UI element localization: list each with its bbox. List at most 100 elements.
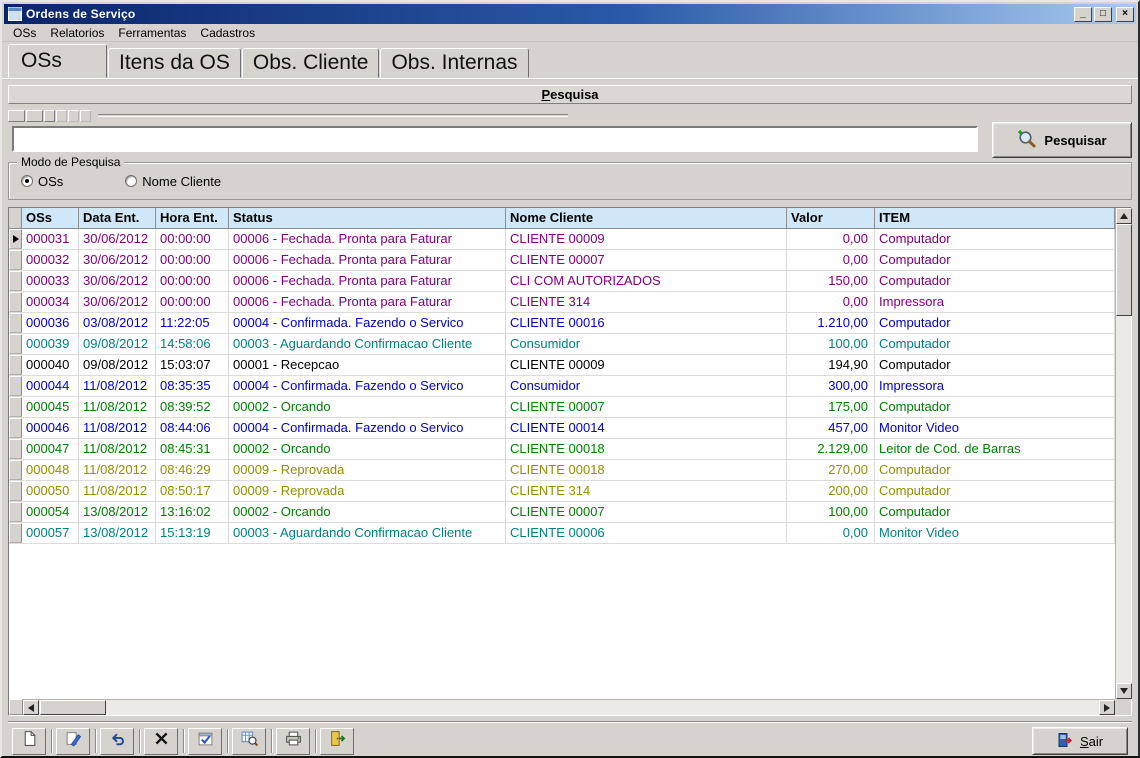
radio-mode-oss[interactable]: OSs [21, 174, 63, 189]
vertical-scrollbar[interactable] [1115, 208, 1131, 699]
cell-status[interactable]: 00006 - Fechada. Pronta para Faturar [229, 292, 506, 312]
cell-status[interactable]: 00003 - Aguardando Confirmacao Cliente [229, 523, 506, 543]
cell-hora_ent[interactable]: 15:13:19 [156, 523, 229, 543]
table-row[interactable]: 00004411/08/201208:35:3500004 - Confirma… [9, 376, 1115, 397]
cell-status[interactable]: 00001 - Recepcao [229, 355, 506, 375]
cell-valor[interactable]: 0,00 [787, 523, 875, 543]
cell-hora_ent[interactable]: 08:35:35 [156, 376, 229, 396]
menu-item-oss[interactable]: OSs [6, 25, 43, 41]
cell-item[interactable]: Computador [875, 334, 1115, 354]
radio-circle-oss[interactable] [21, 175, 33, 187]
table-row[interactable]: 00004811/08/201208:46:2900009 - Reprovad… [9, 460, 1115, 481]
cell-os[interactable]: 000048 [22, 460, 79, 480]
cell-os[interactable]: 000036 [22, 313, 79, 333]
cell-item[interactable]: Computador [875, 271, 1115, 291]
cell-valor[interactable]: 1.210,00 [787, 313, 875, 333]
cell-valor[interactable]: 100,00 [787, 502, 875, 522]
delete-os-button[interactable] [144, 728, 178, 755]
column-header-valor[interactable]: Valor [787, 208, 875, 228]
cell-status[interactable]: 00004 - Confirmada. Fazendo o Servico [229, 313, 506, 333]
cell-os[interactable]: 000033 [22, 271, 79, 291]
cell-item[interactable]: Computador [875, 229, 1115, 249]
cell-os[interactable]: 000031 [22, 229, 79, 249]
print-button[interactable] [276, 728, 310, 755]
horizontal-scrollbar[interactable] [23, 699, 1115, 715]
menu-item-cadastros[interactable]: Cadastros [193, 25, 262, 41]
cell-cliente[interactable]: CLIENTE 00006 [506, 523, 787, 543]
new-os-button[interactable] [12, 728, 46, 755]
cell-data_ent[interactable]: 11/08/2012 [79, 376, 156, 396]
table-row[interactable]: 00003909/08/201214:58:0600003 - Aguardan… [9, 334, 1115, 355]
column-header-status[interactable]: Status [229, 208, 506, 228]
cell-valor[interactable]: 300,00 [787, 376, 875, 396]
table-row[interactable]: 00004611/08/201208:44:0600004 - Confirma… [9, 418, 1115, 439]
cell-status[interactable]: 00002 - Orcando [229, 439, 506, 459]
table-row[interactable]: 00004511/08/201208:39:5200002 - OrcandoC… [9, 397, 1115, 418]
table-row[interactable]: 00004711/08/201208:45:3100002 - OrcandoC… [9, 439, 1115, 460]
horizontal-scroll-thumb[interactable] [40, 700, 106, 715]
cell-data_ent[interactable]: 11/08/2012 [79, 397, 156, 417]
nav-first-button[interactable] [8, 110, 25, 122]
cell-data_ent[interactable]: 11/08/2012 [79, 439, 156, 459]
scroll-down-button[interactable] [1116, 683, 1132, 699]
cell-item[interactable]: Computador [875, 250, 1115, 270]
cell-data_ent[interactable]: 30/06/2012 [79, 229, 156, 249]
nav-last-button[interactable] [56, 110, 67, 122]
cell-hora_ent[interactable]: 08:45:31 [156, 439, 229, 459]
cell-hora_ent[interactable]: 13:16:02 [156, 502, 229, 522]
cell-item[interactable]: Computador [875, 460, 1115, 480]
cell-data_ent[interactable]: 30/06/2012 [79, 250, 156, 270]
cell-data_ent[interactable]: 13/08/2012 [79, 502, 156, 522]
cell-cliente[interactable]: CLIENTE 00007 [506, 250, 787, 270]
cell-item[interactable]: Computador [875, 502, 1115, 522]
cell-data_ent[interactable]: 03/08/2012 [79, 313, 156, 333]
cell-valor[interactable]: 0,00 [787, 292, 875, 312]
cell-data_ent[interactable]: 30/06/2012 [79, 292, 156, 312]
cell-hora_ent[interactable]: 00:00:00 [156, 229, 229, 249]
cancel-edit-button[interactable] [100, 728, 134, 755]
cell-cliente[interactable]: CLIENTE 00007 [506, 502, 787, 522]
cell-status[interactable]: 00009 - Reprovada [229, 481, 506, 501]
cell-cliente[interactable]: CLIENTE 00016 [506, 313, 787, 333]
cell-cliente[interactable]: CLIENTE 00009 [506, 229, 787, 249]
cell-hora_ent[interactable]: 00:00:00 [156, 250, 229, 270]
table-row[interactable]: 00003230/06/201200:00:0000006 - Fechada.… [9, 250, 1115, 271]
cell-data_ent[interactable]: 09/08/2012 [79, 355, 156, 375]
cell-os[interactable]: 000045 [22, 397, 79, 417]
cell-valor[interactable]: 175,00 [787, 397, 875, 417]
cell-cliente[interactable]: CLIENTE 00018 [506, 439, 787, 459]
cell-os[interactable]: 000034 [22, 292, 79, 312]
cell-data_ent[interactable]: 11/08/2012 [79, 481, 156, 501]
cell-hora_ent[interactable]: 08:44:06 [156, 418, 229, 438]
tab-itens-da-os[interactable]: Itens da OS [108, 48, 241, 78]
cell-cliente[interactable]: CLIENTE 00009 [506, 355, 787, 375]
scroll-right-button[interactable] [1099, 700, 1115, 715]
table-row[interactable]: 00003330/06/201200:00:0000006 - Fechada.… [9, 271, 1115, 292]
cell-status[interactable]: 00002 - Orcando [229, 397, 506, 417]
pesquisar-button[interactable]: Pesquisar [992, 122, 1132, 158]
radio-circle-nome-cliente[interactable] [125, 175, 137, 187]
cell-os[interactable]: 000032 [22, 250, 79, 270]
nav-delete-button[interactable] [80, 110, 91, 122]
cell-os[interactable]: 000057 [22, 523, 79, 543]
column-header-data-ent-[interactable]: Data Ent. [79, 208, 156, 228]
table-row[interactable]: 00003130/06/201200:00:0000006 - Fechada.… [9, 229, 1115, 250]
cell-status[interactable]: 00006 - Fechada. Pronta para Faturar [229, 229, 506, 249]
cell-data_ent[interactable]: 09/08/2012 [79, 334, 156, 354]
cell-cliente[interactable]: CLI COM AUTORIZADOS [506, 271, 787, 291]
scroll-left-button[interactable] [23, 700, 39, 715]
tab-obs-cliente[interactable]: Obs. Cliente [242, 48, 380, 78]
cell-hora_ent[interactable]: 15:03:07 [156, 355, 229, 375]
cell-cliente[interactable]: CLIENTE 00007 [506, 397, 787, 417]
table-row[interactable]: 00005413/08/201213:16:0200002 - OrcandoC… [9, 502, 1115, 523]
cell-item[interactable]: Computador [875, 481, 1115, 501]
vertical-scroll-thumb[interactable] [1116, 224, 1132, 316]
sair-button[interactable]: Sair [1032, 727, 1128, 755]
cell-os[interactable]: 000040 [22, 355, 79, 375]
nav-next-button[interactable] [44, 110, 55, 122]
maximize-button[interactable]: □ [1094, 7, 1112, 22]
cell-item[interactable]: Leitor de Cod. de Barras [875, 439, 1115, 459]
cell-hora_ent[interactable]: 08:50:17 [156, 481, 229, 501]
cell-cliente[interactable]: CLIENTE 00014 [506, 418, 787, 438]
column-header-hora-ent-[interactable]: Hora Ent. [156, 208, 229, 228]
